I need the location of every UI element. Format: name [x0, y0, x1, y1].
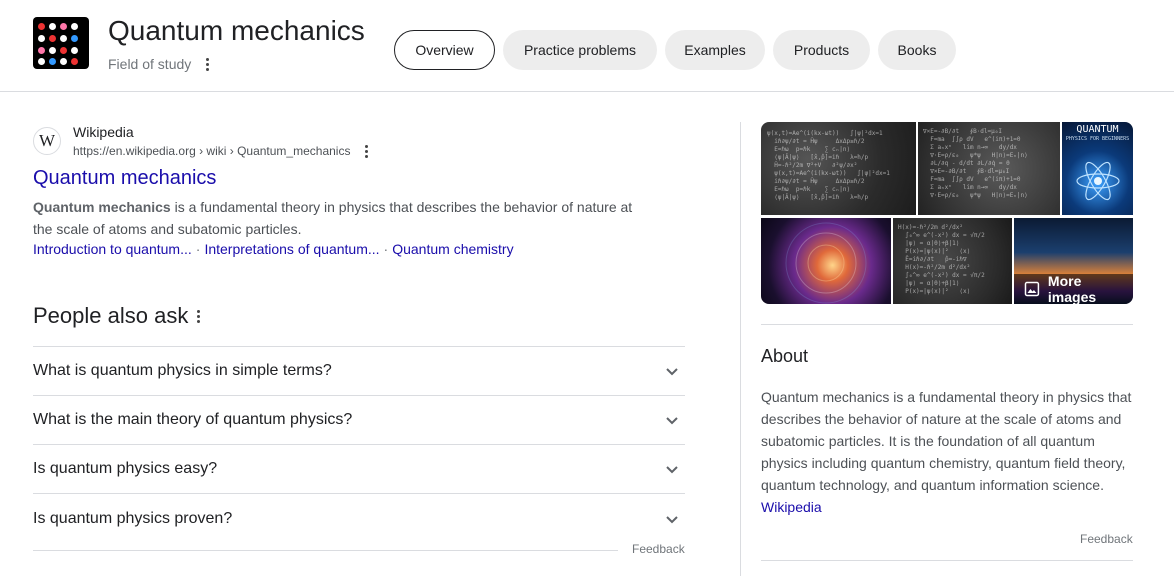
result-more-options-icon[interactable] — [360, 142, 372, 160]
atom-icon — [1076, 161, 1120, 201]
orbit-lines-icon — [785, 222, 867, 304]
result-source-name[interactable]: Wikipedia — [73, 124, 134, 140]
sitelinks: Introduction to quantum... · Interpretatio… — [33, 241, 514, 257]
sitelink-separator: · — [195, 241, 201, 257]
sitelink-interpretations[interactable]: Interpretations of quantum... — [204, 241, 379, 257]
knowledge-header: Quantum mechanics Field of study Overvie… — [0, 0, 1174, 92]
more-images-button[interactable]: More images — [1014, 273, 1133, 304]
about-text: Quantum mechanics is a fundamental theor… — [761, 389, 1132, 493]
people-also-ask-list: What is quantum physics in simple terms?… — [33, 346, 685, 543]
tab-products[interactable]: Products — [773, 30, 870, 70]
paa-question-text: Is quantum physics proven? — [33, 509, 233, 527]
result-title-link[interactable]: Quantum mechanics — [33, 167, 216, 190]
result-snippet: Quantum mechanics is a fundamental theor… — [33, 196, 653, 240]
wikipedia-logo-icon[interactable]: W — [33, 127, 61, 155]
people-also-ask-heading: People also ask — [33, 303, 189, 328]
sitelink-quantum-chemistry[interactable]: Quantum chemistry — [392, 241, 513, 257]
image-formulas-chalkboard[interactable]: ∇×E=-∂B/∂t ∮B·dl=μ₀I F=ma ∫∫ρ dV e^(iπ)+… — [918, 122, 1060, 215]
paa-question[interactable]: What is quantum physics in simple terms? — [33, 347, 685, 396]
paa-divider — [33, 550, 618, 551]
image-quantum-waves[interactable]: More images — [1014, 218, 1133, 304]
about-heading: About — [761, 346, 809, 366]
paa-question-text: Is quantum physics easy? — [33, 460, 218, 477]
tab-books[interactable]: Books — [878, 30, 956, 70]
entity-thumbnail[interactable] — [33, 17, 89, 69]
book-cover-title: QUANTUM — [1076, 124, 1119, 135]
snippet-bold: Quantum mechanics — [33, 199, 171, 215]
paa-question-text: What is the main theory of quantum physi… — [33, 411, 353, 428]
chevron-down-icon — [666, 515, 678, 523]
chevron-down-icon — [666, 466, 678, 474]
image-equations-chalkboard[interactable]: ψ(x,t)=Ae^(i(kx-ωt)) ∫|ψ|²dx=1 iℏ∂ψ/∂t =… — [761, 122, 916, 215]
tab-practice-problems[interactable]: Practice problems — [503, 30, 657, 70]
chevron-down-icon — [666, 417, 678, 425]
about-feedback-link[interactable]: Feedback — [1080, 532, 1133, 546]
divider — [761, 324, 1133, 325]
chalk-scribbles: ∇×E=-∂B/∂t ∮B·dl=μ₀I F=ma ∫∫ρ dV e^(iπ)+… — [923, 128, 1028, 199]
chalk-scribbles: ψ(x,t)=Ae^(i(kx-ωt)) ∫|ψ|²dx=1 iℏ∂ψ/∂t =… — [767, 130, 890, 201]
entity-subtitle: Field of study — [108, 56, 192, 72]
column-divider — [740, 122, 741, 576]
paa-question[interactable]: Is quantum physics proven? — [33, 494, 685, 543]
paa-feedback-link[interactable]: Feedback — [632, 542, 685, 556]
chevron-down-icon — [666, 368, 678, 376]
result-source-url[interactable]: https://en.wikipedia.org › wiki › Quantu… — [73, 144, 350, 158]
sitelink-separator: · — [383, 241, 389, 257]
image-icon — [1024, 281, 1040, 297]
image-chalkboard-notes[interactable]: H(x)=-ℏ²/2m d²/dx² ∫₀^∞ e^(-x²) dx = √π/… — [893, 218, 1012, 304]
divider — [761, 560, 1133, 561]
image-quantum-book-cover[interactable]: QUANTUM PHYSICS FOR BEGINNERS — [1062, 122, 1133, 215]
more-options-icon[interactable] — [200, 55, 214, 73]
sitelink-introduction[interactable]: Introduction to quantum... — [33, 241, 192, 257]
chalk-scribbles: H(x)=-ℏ²/2m d²/dx² ∫₀^∞ e^(-x²) dx = √π/… — [898, 224, 985, 295]
image-quantum-burst[interactable] — [761, 218, 891, 304]
about-wikipedia-link[interactable]: Wikipedia — [761, 499, 822, 515]
paa-question[interactable]: Is quantum physics easy? — [33, 445, 685, 494]
paa-question[interactable]: What is the main theory of quantum physi… — [33, 396, 685, 445]
tab-examples[interactable]: Examples — [665, 30, 765, 70]
entity-title: Quantum mechanics — [108, 15, 365, 46]
paa-more-options-icon[interactable] — [193, 307, 203, 325]
more-images-label: More images — [1047, 273, 1097, 304]
about-description: Quantum mechanics is a fundamental theor… — [761, 386, 1141, 518]
tab-overview[interactable]: Overview — [394, 30, 495, 70]
paa-question-text: What is quantum physics in simple terms? — [33, 362, 332, 379]
book-cover-subtitle: PHYSICS FOR BEGINNERS — [1065, 136, 1130, 142]
